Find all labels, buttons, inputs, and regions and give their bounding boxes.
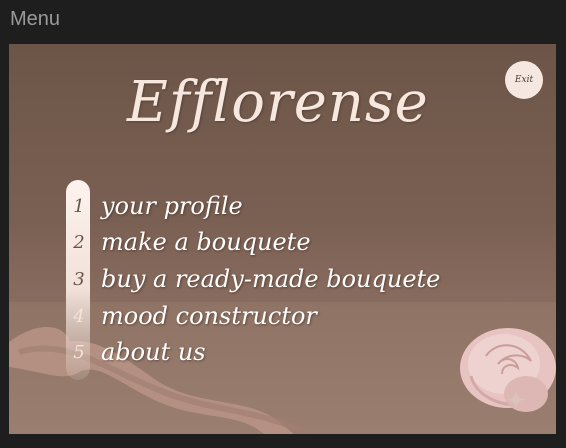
menu-item-number: 3	[73, 268, 85, 290]
menu-item-number: 4	[73, 305, 85, 327]
menu-item-number: 5	[73, 341, 85, 363]
menu-item-label: your profile	[101, 192, 243, 220]
menu-item-make-a-bouquete[interactable]: 2 make a bouquete	[69, 225, 489, 259]
menu-item-label: buy a ready-made bouquete	[101, 265, 441, 293]
sparkle-icon: ✦	[505, 386, 527, 416]
window-titlebar: Menu	[0, 0, 566, 40]
window-title: Menu	[10, 8, 61, 30]
app-logo: Efflorense	[127, 70, 429, 135]
menu-item-number: 1	[73, 195, 85, 217]
menu-item-about-us[interactable]: 5 about us	[69, 335, 489, 369]
exit-button-label: Exit	[514, 75, 534, 85]
menu-item-your-profile[interactable]: 1 your profile	[69, 189, 489, 223]
exit-button[interactable]: Exit	[505, 61, 543, 99]
menu-item-label: make a bouquete	[101, 228, 311, 256]
menu-item-buy-ready-made[interactable]: 3 buy a ready-made bouquete	[69, 262, 489, 296]
menu-screen: ✦ Efflorense Exit 1 your profile 2 make …	[9, 44, 556, 434]
menu-item-label: mood constructor	[101, 302, 317, 330]
menu-item-label: about us	[101, 338, 206, 366]
menu-item-mood-constructor[interactable]: 4 mood constructor	[69, 299, 489, 333]
menu-item-number: 2	[73, 231, 85, 253]
